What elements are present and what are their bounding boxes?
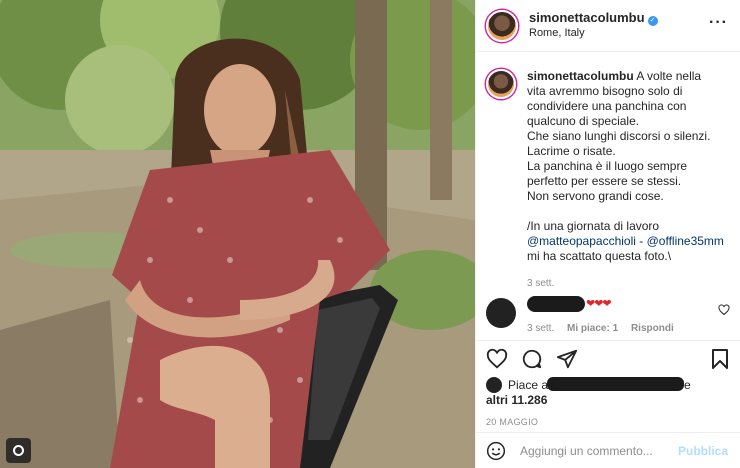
redacted-liker [547,377,684,391]
comment-likes[interactable]: Mi piace: 1 [567,323,618,334]
like-heart-icon[interactable] [486,348,508,370]
caption: simonettacolumbu A volte nella vita avre… [486,69,730,291]
caption-line: A volte nella [636,69,702,83]
verified-check-icon: ✓ [647,16,658,26]
bookmark-icon[interactable] [710,348,730,370]
add-comment-bar: Pubblica [476,432,740,468]
emoji-icon[interactable] [486,441,506,461]
caption-line: Lacrime o risate. [527,144,616,158]
liker-avatar-redacted[interactable] [486,377,502,393]
post-date[interactable]: 20 MAGGIO [486,417,730,427]
redacted-username [527,296,585,312]
mention-link[interactable]: @offline35mm [647,234,724,248]
commenter-avatar-redacted[interactable] [486,298,516,328]
likes-suffix: e [684,378,691,392]
likes-prefix: Piace a [508,378,549,392]
caption-line: condividere una panchina con [527,99,687,113]
caption-credit: /In una giornata di lavoro [527,219,660,233]
comment-time[interactable]: 3 sett. [527,323,554,334]
caption-line: vita avremmo bisogno solo di [527,84,683,98]
comment-meta: 3 sett. Mi piace: 1 Rispondi [527,323,684,334]
caption-username[interactable]: simonettacolumbu [527,69,634,83]
reply-button[interactable]: Rispondi [631,323,674,334]
caption-line: Non servono grandi cose. [527,189,664,203]
likes-line: Piace a e [486,377,730,393]
caption-time[interactable]: 3 sett. [527,276,727,291]
comment-input[interactable] [520,443,670,458]
likes-count[interactable]: altri 11.286 [486,393,730,407]
comment-like-heart-icon[interactable] [718,304,730,316]
mention-link[interactable]: @matteopapacchioli [527,234,636,248]
share-direct-icon[interactable] [556,348,578,370]
mention-separator: - [635,234,647,248]
post-side-panel: simonettacolumbu ✓ Rome, Italy ··· simone… [475,0,740,468]
caption-mentions: @matteopapacchioli - @offline35mm [527,234,727,249]
caption-avatar[interactable] [486,69,516,99]
comment-item: ❤❤❤ 3 sett. Mi piace: 1 Rispondi [486,296,730,336]
caption-line: Che siano lunghi discorsi o silenzi. [527,129,711,143]
post-header: simonettacolumbu ✓ Rome, Italy ··· [476,0,740,52]
caption-line: perfetto per essere se stessi. [527,174,682,188]
post-actions: Piace a e altri 11.286 20 MAGGIO [476,340,740,427]
caption-line: qualcuno di speciale. [527,114,640,128]
tagged-user-icon[interactable] [6,438,31,463]
post-photo[interactable] [0,0,475,468]
author-username[interactable]: simonettacolumbu [529,10,645,25]
author-avatar[interactable] [486,9,518,42]
more-horizontal-icon[interactable]: ··· [709,14,728,32]
post-location[interactable]: Rome, Italy [529,26,658,41]
caption-credit-end: mi ha scattato questa foto.\ [527,249,672,263]
photo-illustration [0,0,475,468]
publish-button[interactable]: Pubblica [678,444,728,458]
caption-line: La panchina è il luogo sempre [527,159,688,173]
comment-text: ❤❤❤ [586,298,612,310]
comment-icon[interactable] [521,348,543,370]
